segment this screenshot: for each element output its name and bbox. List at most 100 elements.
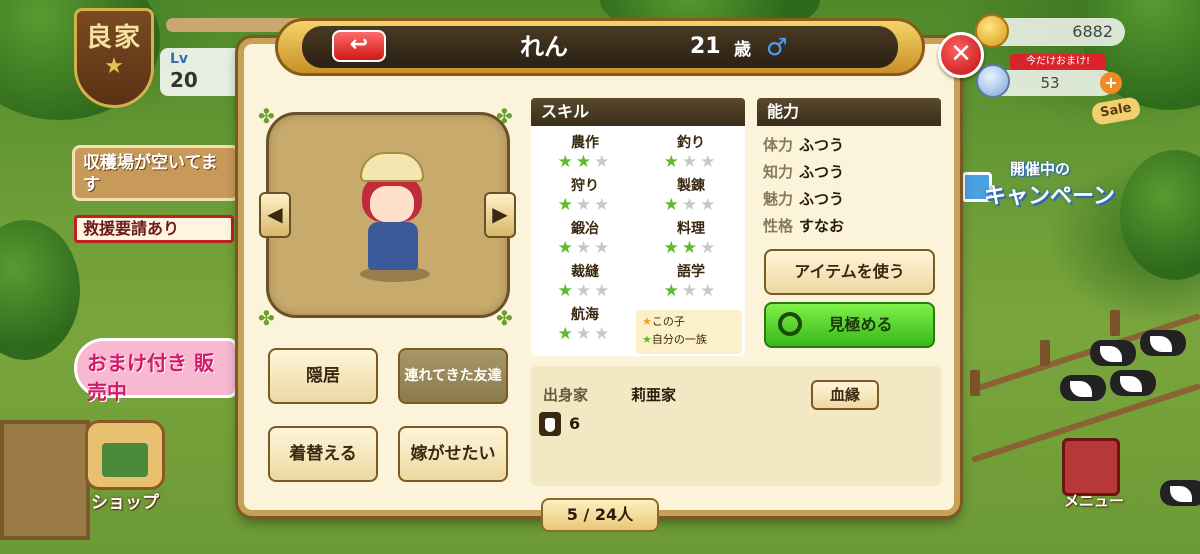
skill-item: 鍛冶 ★★★ bbox=[535, 220, 635, 258]
star-icon: ★ bbox=[663, 152, 682, 172]
star-icon: ★ bbox=[594, 281, 613, 301]
skill-name: 製錬 bbox=[677, 178, 705, 194]
origin-panel: 出身家 莉亜家 血縁 6 bbox=[531, 366, 941, 486]
skill-legend: ★この子 ★自分の一族 bbox=[636, 310, 742, 354]
ability-value: ふつう bbox=[799, 163, 845, 181]
skill-stars: ★★★ bbox=[535, 195, 635, 215]
skill-name: 釣り bbox=[677, 135, 705, 151]
skill-item: 狩り ★★★ bbox=[535, 177, 635, 215]
rescue-request-sign[interactable]: 救援要請あり bbox=[74, 215, 234, 243]
star-icon: ★ bbox=[575, 324, 595, 344]
character-portrait bbox=[340, 148, 450, 288]
star-icon: ★ bbox=[700, 238, 719, 258]
change-clothes-button[interactable]: 着替える bbox=[268, 426, 378, 482]
back-button[interactable]: ↩ bbox=[332, 30, 386, 62]
prev-character-button[interactable]: ◀ bbox=[259, 192, 291, 238]
page-indicator: 5 / 24人 bbox=[541, 498, 659, 532]
campaign-subtitle: 開催中の bbox=[1010, 160, 1071, 178]
legend-self: この子 bbox=[651, 315, 685, 328]
leaf-ornament: ✤ bbox=[258, 306, 275, 330]
character-body bbox=[368, 222, 418, 270]
inspect-button[interactable]: 見極める bbox=[764, 302, 935, 348]
next-character-button[interactable]: ▶ bbox=[484, 192, 516, 238]
skill-stars: ★★★ bbox=[641, 238, 741, 258]
character-age: 21 bbox=[690, 34, 721, 59]
ability-value: すなお bbox=[799, 217, 845, 235]
star-icon: ★ bbox=[594, 324, 613, 344]
legend-family: 自分の一族 bbox=[651, 333, 707, 346]
page-current: 5 bbox=[566, 505, 578, 524]
marry-button[interactable]: 嫁がせたい bbox=[398, 426, 508, 482]
fence-post bbox=[970, 370, 980, 396]
star-icon: ★ bbox=[557, 281, 576, 301]
gem-icon bbox=[976, 64, 1010, 98]
ability-value: ふつう bbox=[799, 190, 845, 208]
ability-key: 知力 bbox=[763, 163, 794, 181]
brought-friend-button[interactable]: 連れてきた友達 bbox=[398, 348, 508, 404]
character-face bbox=[370, 186, 414, 222]
star-icon: ★ bbox=[642, 333, 652, 346]
gem-promo-tag: 今だけおまけ! bbox=[1010, 54, 1106, 70]
star-icon: ★ bbox=[104, 54, 124, 79]
bonus-sale-banner[interactable]: おまけ付き 販売中 bbox=[74, 338, 238, 404]
skills-header: スキル bbox=[531, 98, 745, 126]
page-separator: / bbox=[583, 505, 590, 524]
skill-name: 航海 bbox=[571, 307, 599, 323]
star-icon: ★ bbox=[681, 238, 701, 258]
level-label: Lv bbox=[170, 51, 189, 67]
ability-row: 性格 すなお bbox=[763, 215, 844, 237]
skill-item: 農作 ★★★ bbox=[535, 134, 635, 172]
harvest-sign[interactable]: 収穫場が空いてます bbox=[72, 145, 240, 201]
rank-badge[interactable]: 良家 ★ bbox=[74, 8, 154, 108]
character-hat bbox=[360, 152, 424, 182]
campaign-banner[interactable]: 開催中の キャンペーン bbox=[960, 150, 1150, 220]
skill-name: 語学 bbox=[677, 264, 705, 280]
shop-label: ショップ bbox=[91, 493, 159, 513]
skill-stars: ★★★ bbox=[641, 152, 741, 172]
abilities-header: 能力 bbox=[757, 98, 941, 126]
rank-badge-label: 良家 bbox=[85, 23, 142, 53]
close-button[interactable]: ✕ bbox=[938, 32, 984, 78]
ability-value: ふつう bbox=[799, 136, 845, 154]
dress-icon bbox=[539, 412, 561, 436]
cow bbox=[1160, 480, 1200, 506]
star-icon: ★ bbox=[575, 238, 595, 258]
ability-key: 魅力 bbox=[763, 190, 794, 208]
bloodline-button[interactable]: 血縁 bbox=[811, 380, 879, 410]
dress-count: 6 bbox=[569, 414, 581, 433]
star-icon: ★ bbox=[681, 195, 701, 215]
shop-icon bbox=[85, 420, 165, 490]
skill-item: 製錬 ★★★ bbox=[641, 177, 741, 215]
star-icon: ★ bbox=[575, 195, 595, 215]
star-icon: ★ bbox=[594, 238, 613, 258]
age-unit: 歳 bbox=[734, 40, 751, 60]
shop-button[interactable]: ショップ bbox=[80, 420, 170, 520]
skill-name: 鍛冶 bbox=[571, 221, 599, 237]
star-icon: ★ bbox=[575, 152, 595, 172]
retire-button[interactable]: 隠居 bbox=[268, 348, 378, 404]
star-icon: ★ bbox=[594, 195, 613, 215]
fence-post bbox=[1040, 340, 1050, 366]
origin-value: 莉亜家 bbox=[631, 386, 677, 404]
ability-row: 知力 ふつう bbox=[763, 161, 844, 183]
skill-item: 料理 ★★★ bbox=[641, 220, 741, 258]
ability-key: 体力 bbox=[763, 136, 794, 154]
skill-item: 裁縫 ★★★ bbox=[535, 263, 635, 301]
tree bbox=[0, 220, 80, 360]
star-icon: ★ bbox=[557, 152, 576, 172]
star-icon: ★ bbox=[557, 195, 576, 215]
buy-gems-button[interactable]: + bbox=[1100, 72, 1122, 94]
level-value: 20 bbox=[170, 68, 198, 92]
star-icon: ★ bbox=[575, 281, 595, 301]
level-box: Lv 20 bbox=[160, 48, 250, 96]
male-icon: ♂ bbox=[766, 33, 788, 61]
skill-item: 航海 ★★★ bbox=[535, 306, 635, 344]
use-item-button[interactable]: アイテムを使う bbox=[764, 249, 935, 295]
skill-name: 狩り bbox=[571, 178, 599, 194]
crop-field bbox=[0, 420, 90, 540]
star-icon: ★ bbox=[663, 281, 682, 301]
menu-button[interactable]: メニュー bbox=[1052, 438, 1136, 518]
ability-row: 体力 ふつう bbox=[763, 134, 844, 156]
skill-stars: ★★★ bbox=[535, 324, 635, 344]
skill-item: 釣り ★★★ bbox=[641, 134, 741, 172]
